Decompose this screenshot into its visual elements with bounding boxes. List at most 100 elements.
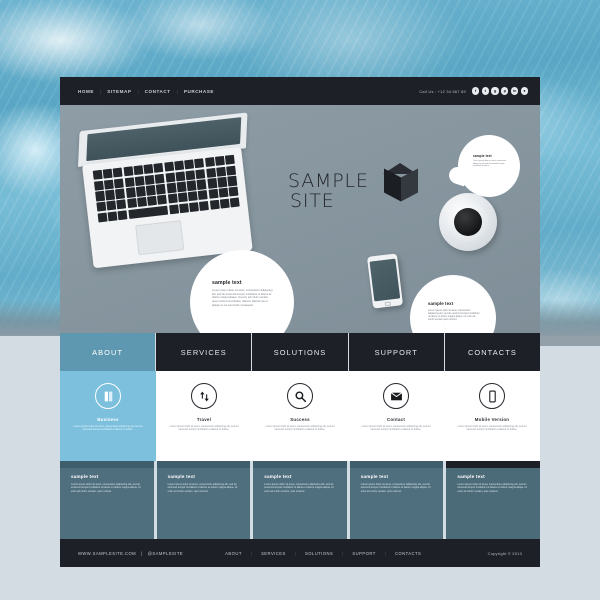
- nav-separator: |: [176, 88, 178, 94]
- content-panels-row: sample text Lorem ipsum dolor sit amet, …: [60, 461, 540, 539]
- tab-solutions[interactable]: SOLUTIONS: [252, 333, 349, 371]
- copyright-text: Copyright © 2013: [487, 550, 522, 556]
- footer-brand: WWW.SAMPLESITE.COM | @SAMPLESITE: [78, 551, 183, 556]
- top-nav-home[interactable]: HOME: [78, 89, 94, 94]
- content-panel-4[interactable]: sample text Lorem ipsum dolor sit amet, …: [349, 461, 447, 539]
- nav-separator: |: [99, 88, 102, 94]
- footer-nav-separator: |: [294, 550, 296, 556]
- panel-4-text: Lorem ipsum dolor sit amet, consectetur …: [360, 482, 431, 493]
- panel-cap: [446, 461, 540, 468]
- twitter-icon[interactable]: t: [481, 87, 489, 95]
- search-icon: [287, 383, 313, 409]
- footer-social-handle[interactable]: @SAMPLESITE: [148, 551, 184, 556]
- main-navigation: ABOUT SERVICES SOLUTIONS SUPPORT CONTACT…: [60, 333, 541, 371]
- footer-nav-separator: |: [342, 550, 344, 556]
- book-icon: [95, 383, 121, 409]
- top-nav-sitemap[interactable]: SITEMAP: [107, 89, 131, 94]
- website-mockup: HOME | SITEMAP | CONTACT | PURCHASE Call…: [60, 77, 541, 567]
- content-panel-1[interactable]: sample text Lorem ipsum dolor sit amet, …: [60, 461, 157, 539]
- tab-services[interactable]: SERVICES: [156, 333, 253, 371]
- panel-5-title: sample text: [457, 474, 485, 479]
- panel-5-text: Lorem ipsum dolor sit amet, consectetur …: [457, 482, 527, 493]
- mobile-phone-icon: [479, 383, 505, 409]
- panel-cap: [253, 461, 347, 468]
- feature-mobile-text: Lorem ipsum dolor sit amet, consectetur …: [457, 425, 527, 432]
- social-icons: f t g p in ●: [471, 87, 528, 95]
- panel-3-title: sample text: [264, 474, 292, 479]
- facebook-icon[interactable]: f: [471, 87, 480, 95]
- smartphone-home-button: [384, 300, 391, 306]
- feature-success-title: Success: [290, 417, 310, 422]
- bubble-main-title: sample text: [212, 280, 242, 286]
- envelope-icon: [383, 383, 409, 409]
- coffee-liquid: [454, 208, 482, 236]
- feature-travel-title: Travel: [196, 417, 212, 422]
- panel-1-title: sample text: [71, 474, 99, 479]
- top-nav-contact[interactable]: CONTACT: [145, 89, 171, 94]
- panel-4-title: sample text: [360, 474, 389, 479]
- feature-business[interactable]: Business Lorem ipsum dolor sit amet, con…: [60, 371, 156, 461]
- bubble-coffee-text: Lorem ipsum dolor sit amet consectetur a…: [473, 160, 507, 168]
- top-bar-right: Call Us : +12 34 567 89 f t g p in ●: [419, 87, 528, 95]
- bubble-phone-text: Lorem ipsum dolor sit amet, consectetur …: [428, 308, 480, 322]
- feature-success-text: Lorem ipsum dolor sit amet, consectetur …: [265, 425, 335, 432]
- panel-cap: [156, 461, 251, 468]
- footer-navigation: ABOUT | SERVICES | SOLUTIONS | SUPPORT |…: [225, 551, 421, 556]
- top-nav-purchase[interactable]: PURCHASE: [184, 89, 214, 94]
- coffee-cup-illustration: [439, 193, 497, 251]
- feature-travel-text: Lorem ipsum dolor sit amet, consectetur …: [169, 425, 239, 432]
- linkedin-icon[interactable]: in: [511, 87, 519, 95]
- content-panel-2[interactable]: sample text Lorem ipsum dolor sit amet, …: [156, 461, 254, 539]
- site-logo: SAMPLE SITE: [288, 163, 418, 211]
- panel-cap: [349, 461, 444, 468]
- footer: WWW.SAMPLESITE.COM | @SAMPLESITE ABOUT |…: [60, 539, 540, 567]
- footer-nav-support[interactable]: SUPPORT: [352, 551, 375, 556]
- feature-mobile-version[interactable]: Mobile Version Lorem ipsum dolor sit ame…: [444, 371, 540, 461]
- nav-separator: |: [137, 88, 139, 94]
- google-plus-icon[interactable]: g: [491, 87, 499, 95]
- tab-support[interactable]: SUPPORT: [348, 333, 445, 371]
- footer-nav-services[interactable]: SERVICES: [261, 551, 286, 556]
- feature-success[interactable]: Success Lorem ipsum dolor sit amet, cons…: [252, 371, 348, 461]
- content-panel-3[interactable]: sample text Lorem ipsum dolor sit amet, …: [253, 461, 350, 539]
- feature-contact-title: Contact: [386, 417, 406, 422]
- panel-1-text: Lorem ipsum dolor sit amet, consectetur …: [71, 482, 141, 493]
- content-panel-5[interactable]: sample text Lorem ipsum dolor sit amet, …: [446, 461, 540, 539]
- panel-3-text: Lorem ipsum dolor sit amet, consectetur …: [264, 482, 334, 493]
- pinterest-icon[interactable]: p: [501, 87, 509, 95]
- bubble-coffee-title: sample text: [473, 154, 492, 158]
- footer-nav-contacts[interactable]: CONTACTS: [395, 551, 421, 556]
- footer-divider: |: [141, 550, 143, 556]
- tab-contacts[interactable]: CONTACTS: [444, 333, 541, 371]
- tab-about[interactable]: ABOUT: [60, 333, 157, 371]
- feature-business-title: Business: [97, 417, 119, 422]
- speech-bubble-coffee: sample text Lorem ipsum dolor sit amet c…: [458, 135, 520, 197]
- footer-nav-solutions[interactable]: SOLUTIONS: [305, 551, 333, 556]
- laptop-keyboard: [92, 154, 240, 223]
- panel-2-text: Lorem ipsum dolor sit amet, consectetur …: [167, 482, 238, 493]
- feature-contact-text: Lorem ipsum dolor sit amet, consectetur …: [361, 425, 431, 432]
- top-bar: HOME | SITEMAP | CONTACT | PURCHASE Call…: [60, 77, 540, 105]
- panel-cap: [60, 461, 154, 468]
- footer-nav-about[interactable]: ABOUT: [225, 551, 242, 556]
- feature-business-text: Lorem ipsum dolor sit amet, consectetur …: [73, 425, 143, 432]
- bubble-phone-title: sample text: [428, 301, 454, 306]
- bubble-main-text: Lorem ipsum dolor sit amet, consectetur …: [212, 289, 273, 307]
- cube-logo-icon: [383, 163, 419, 205]
- feature-contact[interactable]: Contact Lorem ipsum dolor sit amet, cons…: [348, 371, 444, 461]
- footer-website-link[interactable]: WWW.SAMPLESITE.COM: [78, 551, 136, 556]
- feature-travel[interactable]: Travel Lorem ipsum dolor sit amet, conse…: [156, 371, 252, 461]
- feature-mobile-title: Mobile Version: [474, 417, 510, 422]
- footer-nav-separator: |: [384, 550, 386, 556]
- panel-2-title: sample text: [167, 474, 196, 479]
- laptop-base: [82, 146, 253, 269]
- top-navigation: HOME | SITEMAP | CONTACT | PURCHASE: [72, 89, 214, 94]
- footer-nav-separator: |: [250, 550, 253, 556]
- laptop-trackpad: [135, 220, 185, 256]
- call-us-text: Call Us : +12 34 567 89: [419, 88, 466, 94]
- rss-icon[interactable]: ●: [520, 87, 528, 95]
- hero-section: SAMPLE SITE sample text Lorem ipsum dolo…: [60, 105, 540, 333]
- smartphone-illustration: [366, 253, 404, 309]
- transfer-arrows-icon: [191, 383, 217, 409]
- smartphone-screen: [369, 258, 401, 301]
